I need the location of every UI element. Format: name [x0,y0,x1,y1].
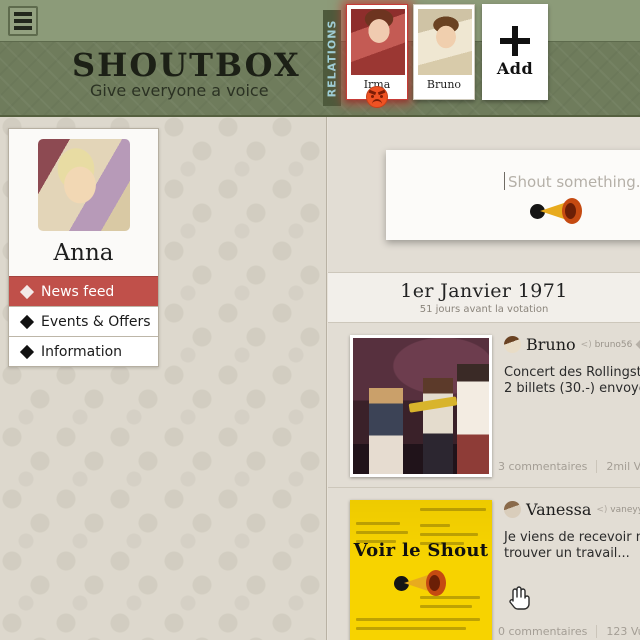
post-text-line: Je viens de recevoir mon di [504,530,640,545]
divider [596,625,598,638]
profile-card: Anna [9,129,158,276]
table-row[interactable]: Bruno <) bruno56 il y a 3 jo Concert des… [328,323,640,488]
diamond-icon [19,344,35,359]
relation-card-irma[interactable]: Irma [346,4,408,108]
view-count: 123 Vues [606,625,640,638]
post-header: Vanessa <) vaneyyy il y [504,500,640,519]
post-stats: 3 commentaires 2mil Vu [498,460,640,473]
diamond-icon [635,339,640,350]
relations-rail: RELATIONS Irma Bruno Add [323,0,548,108]
date-subtitle: 51 jours avant la votation [419,304,549,315]
hamburger-icon[interactable] [8,6,38,36]
angry-face-emoji-icon [366,86,388,108]
hamburger-bar [14,12,32,16]
relation-card-bruno[interactable]: Bruno [413,4,475,100]
mouse-cursor-pointer-icon [508,585,530,611]
post-media-concert[interactable] [350,335,492,477]
relation-name: Bruno [426,78,462,91]
table-row[interactable]: Voir le Shout Vanessa <) vaneyyy il y Je… [328,488,640,640]
relations-label-tab: RELATIONS [323,10,341,106]
sidebar-item-information[interactable]: Information [9,336,158,366]
diamond-icon [19,314,35,329]
comment-count[interactable]: 0 commentaires [498,625,587,638]
sidebar-item-news-feed[interactable]: News feed [9,276,158,306]
post-stats: 0 commentaires 123 Vues [498,625,640,638]
composer-area: Shout something... [328,117,640,272]
post-author[interactable]: Vanessa [526,500,591,519]
plus-icon [500,26,530,56]
diamond-icon [19,284,35,299]
shout-input-placeholder[interactable]: Shout something... [508,173,640,191]
news-feed-column: Shout something... 1er Janvier 1971 51 j… [328,117,640,640]
megaphone-icon [394,570,446,596]
megaphone-icon [530,198,582,224]
poster-cta-label[interactable]: Voir le Shout [350,540,492,561]
add-relation-button[interactable]: Add [482,4,548,100]
text-caret [504,172,505,190]
date-divider: 1er Janvier 1971 51 jours avant la votat… [328,272,640,323]
brand-tagline: Give everyone a voice [90,81,269,100]
post-author[interactable]: Bruno [526,335,576,354]
avatar [504,336,521,353]
add-relation-label: Add [496,59,534,78]
hamburger-bar [14,26,32,30]
comment-count[interactable]: 3 commentaires [498,460,587,473]
post-handle: <) vaneyyy [596,504,640,515]
post-handle: <) bruno56 [580,339,633,350]
post-text-line: Concert des Rollingstones a [504,365,640,380]
app-root: SHOUTBOX Give everyone a voice RELATIONS… [0,0,640,640]
relations-label: RELATIONS [325,19,339,97]
relation-photo-bruno [418,9,472,75]
page-title: SHOUTBOX [72,46,301,84]
sidebar-item-label: Information [41,343,123,360]
avatar [504,501,521,518]
relation-photo-irma [351,9,405,75]
post-text-line: trouver un travail... [504,546,630,561]
date-label: 1er Janvier 1971 [400,280,568,302]
view-count: 2mil Vu [606,460,640,473]
post-body: Vanessa <) vaneyyy il y Je viens de rece… [492,500,640,640]
post-header: Bruno <) bruno56 il y a 3 jo [504,335,640,354]
post-media-poster[interactable]: Voir le Shout [350,500,492,640]
sidebar-item-events-offers[interactable]: Events & Offers [9,306,158,336]
post-body: Bruno <) bruno56 il y a 3 jo Concert des… [492,335,640,477]
post-text-line: 2 billets (30.-) envoyez moi [504,381,640,396]
shout-composer[interactable]: Shout something... [386,150,640,240]
sidebar-item-label: Events & Offers [41,313,151,330]
sidebar: Anna News feed Events & Offers Informati… [8,128,159,367]
brand: SHOUTBOX Give everyone a voice [72,47,301,101]
hamburger-bar [14,19,32,23]
avatar [37,139,130,231]
profile-name: Anna [53,240,114,266]
divider [596,460,598,473]
sidebar-item-label: News feed [41,283,115,300]
